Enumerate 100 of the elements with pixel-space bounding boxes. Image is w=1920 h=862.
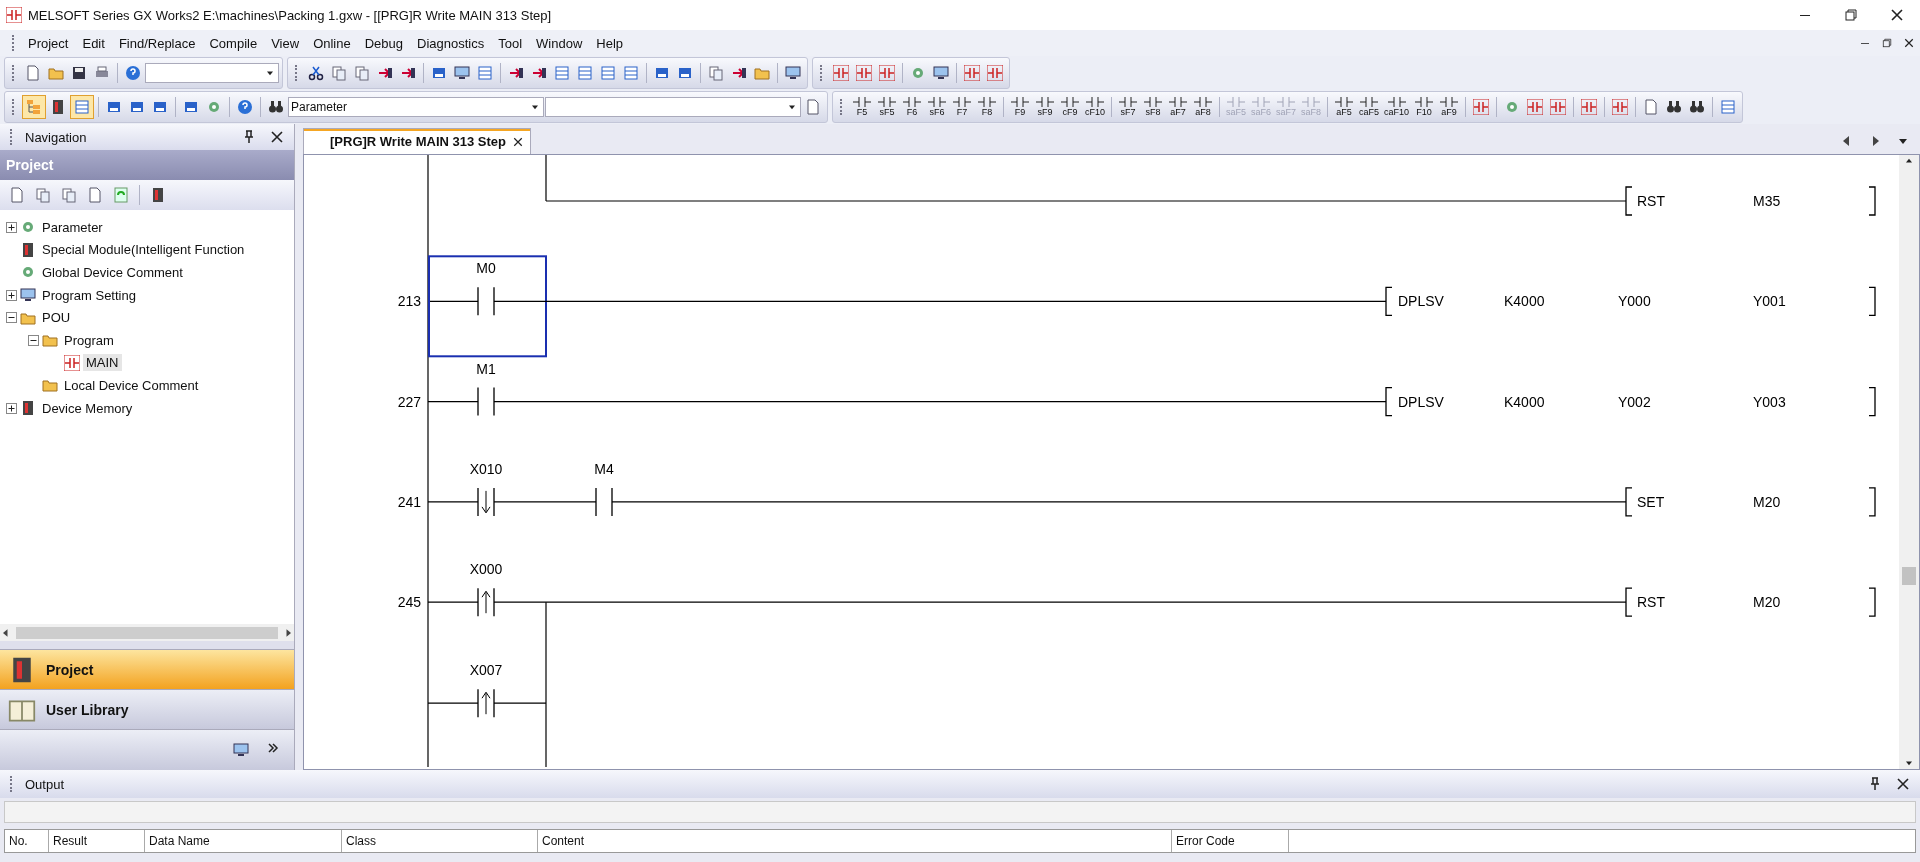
instruction-name: RST [1637,594,1665,611]
ladder-button[interactable] [961,62,983,84]
ladder-key-button[interactable]: sF9 [1033,93,1057,121]
operand: M20 [1753,493,1781,510]
menu-item[interactable]: Window [529,32,590,54]
vertical-scrollbar[interactable] [1899,155,1919,769]
column-header[interactable]: Data Name [145,830,342,852]
window-title: MELSOFT Series GX Works2 E:\machines\Packing 1.gxw - [[PRG]R Write MAIN 313 Step] [28,7,553,23]
expand-toggle[interactable] [6,402,17,414]
tree-item[interactable]: Local Device Comment [61,376,202,394]
document-icon [9,187,25,203]
ladder-key-button[interactable]: F6 [900,93,924,121]
step-number: 245 [397,594,421,611]
folder-icon [48,65,64,81]
tree-item[interactable]: Program Setting [39,286,139,304]
horizontal-scrollbar[interactable] [0,624,294,641]
expand-toggle[interactable] [6,221,17,233]
ladder-icon [1473,99,1490,115]
tree-item[interactable]: Device Memory [39,399,136,417]
ladder-key-button[interactable]: cF10 [1083,93,1107,121]
dropdown-field[interactable]: Parameter [288,97,544,117]
menu-item[interactable]: Project [21,32,76,54]
ladder-key-button[interactable]: caF10 [1382,93,1412,121]
menu-item[interactable]: Online [306,32,358,54]
menu-item[interactable]: Tool [491,32,530,54]
instruction-name: DPLSV [1398,393,1444,410]
screen-icon [233,742,249,758]
ladder-key-button[interactable]: F10 [1412,93,1437,121]
contact-symbol-icon [1194,97,1212,107]
dropdown-field[interactable] [545,97,801,117]
menu-item[interactable]: View [264,32,307,54]
ladder-key-button[interactable]: sF6 [925,93,949,121]
ladder-key-button[interactable]: F9 [1008,93,1032,121]
rung-line [427,501,479,503]
menu-item[interactable]: Compile [202,32,265,54]
ladder-key-button[interactable]: aF5 [1332,93,1357,121]
ladder-key-button[interactable]: caF5 [1357,93,1382,121]
panel-button[interactable]: User Library [0,689,294,729]
tree-item[interactable]: POU [39,309,74,327]
menu-item[interactable]: Diagnostics [410,32,492,54]
ladder-key-button[interactable]: sF5 [875,93,899,121]
collapse-toggle[interactable] [28,334,39,346]
ladder-key-button[interactable]: F8 [975,93,999,121]
chip-icon [129,99,145,115]
instruction-bracket [1625,487,1633,517]
ladder-icon [987,65,1003,81]
menu-item[interactable]: Find/Replace [111,32,203,54]
document-icon [1643,99,1660,115]
column-header[interactable]: Result [49,830,145,852]
minimize-icon [1800,14,1810,16]
copy-icon [35,187,51,203]
instruction-bracket [1868,286,1876,316]
cursor-box[interactable] [428,255,547,358]
splitter-handle[interactable] [0,641,294,649]
column-header[interactable]: Class [342,830,538,852]
ladder-key-button[interactable]: sF8 [1141,93,1165,121]
instruction-name: RST [1637,193,1665,209]
column-header[interactable]: Content [538,830,1172,852]
ladder-button[interactable] [853,62,875,84]
ladder-button[interactable] [830,62,852,84]
contact-symbol [477,286,495,316]
device-label: M4 [594,460,614,477]
collapse-toggle[interactable] [6,312,17,324]
ladder-icon [1550,99,1567,115]
tree-item[interactable]: Program [61,331,117,349]
column-header[interactable]: Error Code [1172,830,1289,852]
ladder-key-button[interactable]: aF7 [1166,93,1190,121]
menu-item[interactable]: Debug [357,32,410,54]
dropdown-field[interactable] [145,63,279,83]
step-number: 213 [397,293,421,310]
close-icon [269,129,285,145]
ladder-key-button[interactable]: cF9 [1058,93,1082,121]
menu-item[interactable]: Edit [75,32,112,54]
panel-button[interactable]: Project [0,649,294,689]
scrollbar-thumb[interactable] [1902,567,1916,585]
tree-item[interactable]: Parameter [39,218,106,236]
contact-symbol-icon [1277,97,1296,107]
expand-toggle[interactable] [6,289,17,301]
operand: M35 [1753,193,1781,209]
ladder-key-button[interactable]: F7 [950,93,974,121]
ladder-button[interactable] [876,62,898,84]
tree-item[interactable]: Special Module(Intelligent Function [39,241,248,259]
ladder-key-button[interactable]: aF8 [1191,93,1215,121]
ladder-icon [833,65,849,81]
tree-item[interactable]: MAIN [83,354,122,372]
document-tab[interactable]: [PRG]R Write MAIN 313 Step [303,128,531,154]
contact-symbol-icon [1061,97,1079,107]
device-label: X000 [469,561,503,578]
chip-icon [654,65,670,81]
ladder-icon [1581,99,1598,115]
operand: M20 [1753,594,1781,611]
contact-symbol-icon [903,97,921,107]
column-header[interactable]: No. [5,830,49,852]
ladder-key-button[interactable]: aF9 [1437,93,1462,121]
ladder-key-button[interactable]: F5 [850,93,874,121]
menu-item[interactable]: Help [589,32,631,54]
ladder-key-button[interactable]: sF7 [1116,93,1140,121]
tree-item[interactable]: Global Device Comment [39,264,186,281]
ladder-button[interactable] [984,62,1006,84]
restore-icon [1881,37,1893,49]
